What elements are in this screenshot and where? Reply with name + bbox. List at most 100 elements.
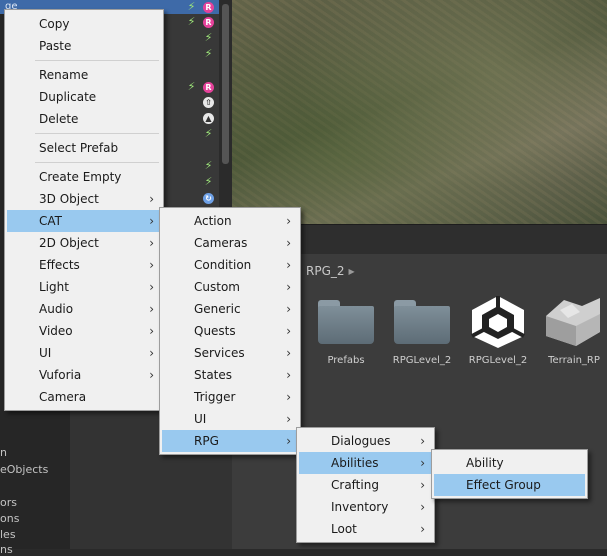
rpg-submenu: Dialogues › Abilities › Crafting › Inventor… <box>296 427 435 543</box>
folder-icon <box>394 300 450 344</box>
chevron-right-icon: › <box>286 346 291 360</box>
menu-item-select-prefab[interactable]: Select Prefab <box>7 137 161 159</box>
menu-item-states[interactable]: States › <box>162 364 298 386</box>
bolt-icon: ⚡ <box>187 0 196 13</box>
chevron-right-icon: › <box>149 368 154 382</box>
chevron-right-icon: › <box>286 258 291 272</box>
menu-item-duplicate[interactable]: Duplicate <box>7 86 161 108</box>
menu-separator <box>35 60 159 61</box>
chevron-right-icon: › <box>286 324 291 338</box>
menu-item-generic[interactable]: Generic › <box>162 298 298 320</box>
r-badge-icon: R <box>203 17 214 28</box>
menu-item-ui[interactable]: UI › <box>7 342 161 364</box>
hierarchy-scrollbar[interactable] <box>219 0 232 230</box>
menu-item-rename[interactable]: Rename <box>7 64 161 86</box>
chevron-right-icon: › <box>420 500 425 514</box>
menu-item-quests[interactable]: Quests › <box>162 320 298 342</box>
menu-item-condition[interactable]: Condition › <box>162 254 298 276</box>
hierarchy-scroll-thumb[interactable] <box>222 4 229 164</box>
chevron-right-icon: › <box>286 236 291 250</box>
menu-item-2d-object[interactable]: 2D Object › <box>7 232 161 254</box>
chevron-right-icon: › <box>286 412 291 426</box>
chevron-right-icon: › <box>149 324 154 338</box>
thumb-icon: ▲ <box>203 113 214 124</box>
menu-item-copy[interactable]: Copy <box>7 13 161 35</box>
hierarchy-text-fragment: ors <box>0 496 17 509</box>
menu-item-cat[interactable]: CAT › <box>7 210 161 232</box>
bolt-icon: ⚡ <box>204 127 213 140</box>
menu-item-dialogues[interactable]: Dialogues › <box>299 430 432 452</box>
chevron-right-icon: › <box>149 302 154 316</box>
menu-item-cameras[interactable]: Cameras › <box>162 232 298 254</box>
chevron-right-icon: › <box>286 214 291 228</box>
breadcrumb[interactable]: RPG_2 ▶ <box>306 264 355 278</box>
hierarchy-text-fragment: n <box>0 446 7 459</box>
chevron-right-icon: › <box>286 390 291 404</box>
chevron-right-icon: ▶ <box>348 267 355 276</box>
bolt-icon: ⚡ <box>187 80 196 93</box>
bolt-icon: ⚡ <box>204 175 213 188</box>
unity-logo-icon <box>471 296 525 348</box>
chevron-right-icon: › <box>149 236 154 250</box>
menu-item-ui[interactable]: UI › <box>162 408 298 430</box>
asset-label: Terrain_RP <box>548 355 600 366</box>
refresh-icon: ↻ <box>203 193 214 204</box>
menu-item-action[interactable]: Action › <box>162 210 298 232</box>
chevron-right-icon: › <box>149 346 154 360</box>
abilities-submenu: Ability Effect Group <box>431 449 588 499</box>
hierarchy-text-fragment: ns <box>0 543 13 556</box>
menu-item-create-empty[interactable]: Create Empty <box>7 166 161 188</box>
menu-item-3d-object[interactable]: 3D Object › <box>7 188 161 210</box>
menu-item-video[interactable]: Video › <box>7 320 161 342</box>
bolt-icon: ⚡ <box>204 31 213 44</box>
chevron-right-icon: › <box>420 522 425 536</box>
chevron-right-icon: › <box>286 368 291 382</box>
bolt-icon: ⚡ <box>204 159 213 172</box>
cat-submenu: Action › Cameras › Condition › Custom › Gene… <box>159 207 301 455</box>
terrain-icon <box>546 298 600 346</box>
bolt-icon: ⚡ <box>204 47 213 60</box>
menu-item-crafting[interactable]: Crafting › <box>299 474 432 496</box>
hierarchy-text-fragment: ons <box>0 512 20 525</box>
chevron-right-icon: › <box>420 456 425 470</box>
menu-item-paste[interactable]: Paste <box>7 35 161 57</box>
chevron-right-icon: › <box>286 302 291 316</box>
scene-view[interactable] <box>232 0 607 224</box>
hierarchy-text-fragment: les <box>0 528 16 541</box>
menu-item-camera[interactable]: Camera <box>7 386 161 408</box>
menu-item-loot[interactable]: Loot › <box>299 518 432 540</box>
asset-label: RPGLevel_2 <box>468 355 528 366</box>
menu-item-light[interactable]: Light › <box>7 276 161 298</box>
bolt-icon: ⚡ <box>187 15 196 28</box>
menu-item-vuforia[interactable]: Vuforia › <box>7 364 161 386</box>
chevron-right-icon: › <box>149 192 154 206</box>
context-menu: Copy Paste Rename Duplicate Delete Selec… <box>4 9 164 411</box>
menu-item-abilities[interactable]: Abilities › <box>299 452 432 474</box>
menu-item-inventory[interactable]: Inventory › <box>299 496 432 518</box>
folder-icon <box>318 300 374 344</box>
menu-item-delete[interactable]: Delete <box>7 108 161 130</box>
asset-label: Prefabs <box>327 355 365 366</box>
menu-item-trigger[interactable]: Trigger › <box>162 386 298 408</box>
menu-item-services[interactable]: Services › <box>162 342 298 364</box>
menu-item-ability[interactable]: Ability <box>434 452 585 474</box>
chevron-right-icon: › <box>286 280 291 294</box>
menu-item-effect-group[interactable]: Effect Group <box>434 474 585 496</box>
menu-item-custom[interactable]: Custom › <box>162 276 298 298</box>
hierarchy-text-fragment: eObjects <box>0 463 49 476</box>
menu-separator <box>35 162 159 163</box>
chevron-right-icon: › <box>149 214 154 228</box>
r-badge-icon: R <box>203 82 214 93</box>
chevron-right-icon: › <box>420 478 425 492</box>
breadcrumb-label: RPG_2 <box>306 264 345 278</box>
r-badge-icon: R <box>203 2 214 13</box>
chevron-right-icon: › <box>286 434 291 448</box>
menu-item-audio[interactable]: Audio › <box>7 298 161 320</box>
asset-label: RPGLevel_2 <box>392 355 452 366</box>
menu-item-effects[interactable]: Effects › <box>7 254 161 276</box>
chevron-right-icon: › <box>149 258 154 272</box>
menu-separator <box>35 133 159 134</box>
chevron-right-icon: › <box>149 280 154 294</box>
chevron-right-icon: › <box>420 434 425 448</box>
menu-item-rpg[interactable]: RPG › <box>162 430 298 452</box>
